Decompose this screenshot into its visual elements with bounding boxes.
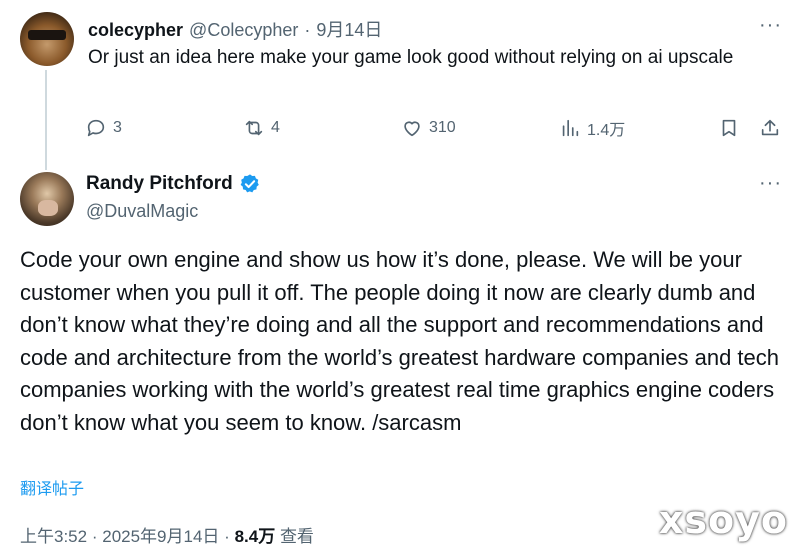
separator: · bbox=[304, 20, 311, 40]
separator: · bbox=[224, 527, 230, 546]
retweet-count: 4 bbox=[271, 119, 280, 136]
tweet-time[interactable]: 上午3:52 bbox=[20, 527, 87, 546]
views-button[interactable]: 1.4万 bbox=[559, 114, 625, 142]
avatar[interactable] bbox=[20, 172, 74, 226]
like-button[interactable]: 310 bbox=[401, 114, 456, 142]
author-handle[interactable]: @DuvalMagic bbox=[86, 201, 198, 222]
action-bar: 3 4 310 1.4万 bbox=[85, 114, 785, 144]
views-count: 8.4万 bbox=[234, 527, 276, 546]
reply-button[interactable]: 3 bbox=[85, 114, 122, 142]
bookmark-icon bbox=[722, 119, 736, 137]
avatar[interactable] bbox=[20, 12, 74, 66]
reply-tweet[interactable]: colecypher @Colecypher · 9月14日 ··· Or ju… bbox=[0, 0, 800, 170]
share-icon bbox=[761, 119, 779, 136]
views-label: 查看 bbox=[279, 527, 314, 546]
author-name-row: Randy Pitchford bbox=[86, 173, 261, 195]
more-icon[interactable]: ··· bbox=[759, 14, 782, 37]
more-icon[interactable]: ··· bbox=[759, 172, 782, 195]
tweet-date[interactable]: 2025年9月14日 bbox=[102, 527, 219, 546]
retweet-icon bbox=[245, 120, 263, 136]
share-button[interactable] bbox=[759, 114, 781, 142]
author-handle[interactable]: @Colecypher bbox=[189, 20, 298, 41]
separator: · bbox=[91, 527, 98, 546]
tweet-meta: 上午3:52 · 2025年9月14日 · 8.4万 查看 bbox=[20, 522, 314, 547]
verified-icon[interactable] bbox=[239, 173, 261, 195]
like-count: 310 bbox=[429, 119, 456, 136]
bookmark-button[interactable] bbox=[718, 114, 740, 142]
thread-line bbox=[45, 70, 47, 170]
reply-icon bbox=[87, 119, 105, 137]
like-icon bbox=[404, 121, 420, 137]
reply-count: 3 bbox=[113, 119, 122, 136]
views-icon bbox=[562, 119, 579, 137]
views-count: 1.4万 bbox=[587, 122, 626, 139]
tweet-date[interactable]: 9月14日 bbox=[316, 16, 382, 42]
retweet-button[interactable]: 4 bbox=[243, 114, 280, 142]
translate-link[interactable]: 翻译帖子 bbox=[20, 475, 84, 499]
tweet-header: colecypher @Colecypher · 9月14日 bbox=[88, 16, 382, 42]
author-name[interactable]: colecypher bbox=[88, 20, 183, 41]
tweet-text: Or just an idea here make your game look… bbox=[88, 47, 734, 68]
tweet-text: Code your own engine and show us how it’… bbox=[20, 247, 780, 435]
author-name[interactable]: Randy Pitchford bbox=[86, 173, 233, 195]
watermark: xsoyo bbox=[658, 498, 788, 542]
